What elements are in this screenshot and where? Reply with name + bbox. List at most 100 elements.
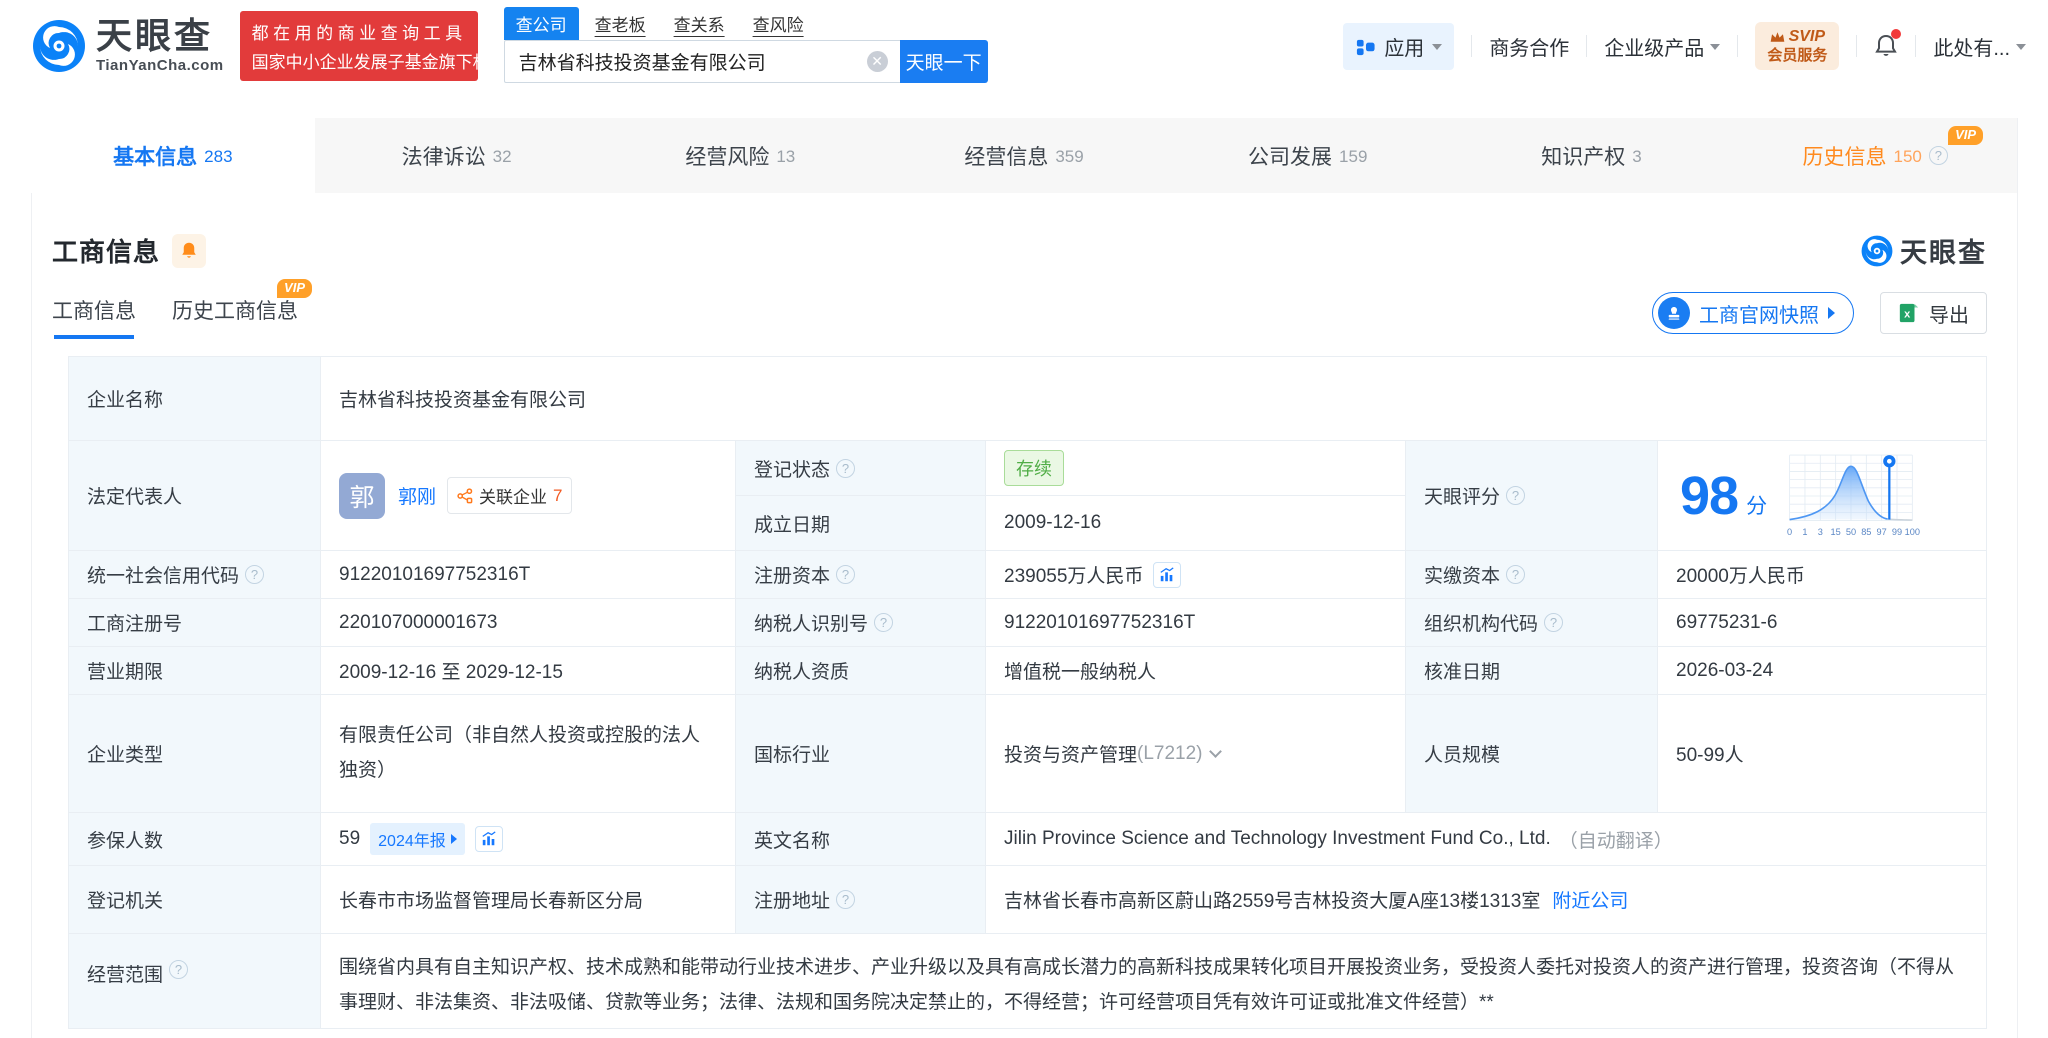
monitor-bell-button[interactable]	[172, 234, 206, 268]
capital-trend-button[interactable]	[1153, 562, 1181, 588]
top-header: 天眼查 TianYanCha.com 都在用的商业查询工具 国家中小企业发展子基…	[0, 0, 2048, 92]
field-label-paid-capital: 实缴资本 ?	[1406, 551, 1658, 599]
search-tab-company[interactable]: 查公司	[504, 7, 579, 40]
watermark-logo: 天眼查	[1861, 231, 1987, 270]
tab-intellectual-property[interactable]: 知识产权 3	[1450, 118, 1734, 193]
user-account-menu[interactable]: 此处有...	[1933, 32, 2026, 61]
tab-business-info[interactable]: 经营信息 359	[882, 118, 1166, 193]
tab-count: 359	[1055, 147, 1083, 167]
search-clear-icon[interactable]: ✕	[867, 51, 888, 72]
tab-legal-litigation[interactable]: 法律诉讼 32	[315, 118, 599, 193]
export-button[interactable]: x 导出	[1880, 292, 1987, 334]
help-icon[interactable]: ?	[1506, 565, 1525, 584]
avatar[interactable]: 郭	[339, 473, 385, 519]
field-value-reg-number: 220107000001673	[321, 599, 736, 647]
field-value-insured-count: 59 2024年报	[321, 813, 736, 866]
field-label-business-scope: 经营范围 ?	[69, 934, 321, 1029]
field-value-establish-date: 2009-12-16	[986, 496, 1406, 551]
field-value-legal-rep: 郭 郭刚 关联企业 7	[321, 441, 736, 551]
related-label: 关联企业	[479, 483, 547, 508]
svg-text:99: 99	[1892, 526, 1902, 536]
logo-domain: TianYanCha.com	[96, 57, 224, 74]
subtab-history-registration[interactable]: VIP 历史工商信息	[172, 295, 298, 339]
field-label-industry: 国标行业	[736, 695, 986, 813]
search-tabs: 查公司 查老板 查关系 查风险	[504, 10, 988, 40]
tab-history-info[interactable]: VIP 历史信息 150 ?	[1733, 118, 2017, 193]
field-value-reg-status: 存续	[986, 441, 1406, 496]
tab-label: 历史信息	[1802, 141, 1886, 171]
stamp-icon	[1665, 304, 1683, 322]
trend-chart-icon	[481, 831, 497, 847]
tab-label: 经营信息	[964, 141, 1048, 171]
tab-basic-info[interactable]: 基本信息 283	[31, 118, 315, 193]
svg-text:50: 50	[1846, 526, 1856, 536]
help-icon[interactable]: ?	[836, 890, 855, 909]
apps-menu-button[interactable]: 应用	[1343, 23, 1454, 70]
field-value-company-name: 吉林省科技投资基金有限公司	[321, 357, 1987, 441]
search-area: 查公司 查老板 查关系 查风险 ✕ 天眼一下	[504, 10, 988, 83]
help-icon[interactable]: ?	[874, 613, 893, 632]
field-value-reg-capital: 239055万人民币	[986, 551, 1406, 599]
enterprise-product-menu[interactable]: 企业级产品	[1604, 32, 1720, 61]
tianyancha-logo[interactable]: 天眼查 TianYanCha.com	[32, 18, 224, 74]
notification-bell-button[interactable]	[1874, 33, 1898, 59]
promo-line1: 都在用的商业查询工具	[252, 19, 466, 44]
field-value-company-type: 有限责任公司（非自然人投资或控股的法人独资）	[321, 695, 736, 813]
tab-count: 32	[493, 147, 512, 167]
field-label-reg-number: 工商注册号	[69, 599, 321, 647]
tab-label: 经营风险	[685, 141, 769, 171]
help-icon[interactable]: ?	[1544, 613, 1563, 632]
field-label-insured-count: 参保人数	[69, 813, 321, 866]
tab-operation-risk[interactable]: 经营风险 13	[598, 118, 882, 193]
tab-label: 法律诉讼	[402, 141, 486, 171]
svg-text:0: 0	[1787, 526, 1792, 536]
svip-line1: SVIP	[1789, 27, 1825, 47]
help-icon[interactable]: ?	[169, 960, 188, 979]
help-icon[interactable]: ?	[1506, 486, 1525, 505]
logo-title: 天眼查	[96, 18, 224, 54]
field-value-score: 98 分 0	[1658, 441, 1987, 551]
svip-member-button[interactable]: SVIP 会员服务	[1755, 22, 1839, 71]
export-label: 导出	[1929, 299, 1969, 328]
insured-trend-button[interactable]	[475, 826, 503, 852]
official-snapshot-button[interactable]: 工商官网快照	[1652, 292, 1854, 334]
excel-icon: x	[1898, 302, 1920, 324]
biz-coop-link[interactable]: 商务合作	[1489, 32, 1569, 61]
business-info-table: 企业名称 吉林省科技投资基金有限公司 法定代表人 郭 郭刚 关联企业 7 登记状…	[68, 356, 1987, 1029]
field-label-reg-authority: 登记机关	[69, 866, 321, 934]
search-tab-risk[interactable]: 查风险	[753, 7, 804, 40]
help-icon[interactable]: ?	[836, 565, 855, 584]
svg-text:1: 1	[1802, 526, 1807, 536]
chevron-down-icon	[1710, 44, 1720, 50]
field-value-staff-size: 50-99人	[1658, 695, 1987, 813]
field-label-reg-status: 登记状态 ?	[736, 441, 986, 496]
chevron-down-icon[interactable]	[1209, 745, 1222, 758]
search-tab-boss[interactable]: 查老板	[595, 7, 646, 40]
nearby-companies-link[interactable]: 附近公司	[1552, 886, 1628, 913]
field-value-business-term: 2009-12-16 至 2029-12-15	[321, 647, 736, 695]
help-icon[interactable]: ?	[836, 459, 855, 478]
apps-label: 应用	[1384, 32, 1424, 61]
field-label-reg-capital: 注册资本 ?	[736, 551, 986, 599]
search-tab-relation[interactable]: 查关系	[674, 7, 725, 40]
divider	[1586, 35, 1587, 57]
tab-company-development[interactable]: 公司发展 159	[1166, 118, 1450, 193]
legal-rep-link[interactable]: 郭刚	[398, 482, 436, 509]
field-value-paid-capital: 20000万人民币	[1658, 551, 1987, 599]
help-icon[interactable]: ?	[245, 565, 264, 584]
search-input[interactable]	[504, 40, 900, 83]
field-value-org-code: 69775231-6	[1658, 599, 1987, 647]
tab-label: 知识产权	[1541, 141, 1625, 171]
annual-report-badge[interactable]: 2024年报	[370, 823, 465, 855]
header-menu: 应用 商务合作 企业级产品 SVIP 会员服务	[1343, 22, 2048, 71]
subtab-business-registration[interactable]: 工商信息	[52, 295, 136, 339]
related-companies-button[interactable]: 关联企业 7	[447, 477, 572, 514]
field-label-org-code: 组织机构代码 ?	[1406, 599, 1658, 647]
field-value-credit-code: 91220101697752316T	[321, 551, 736, 599]
field-label-establish-date: 成立日期	[736, 496, 986, 551]
divider	[1915, 35, 1916, 57]
help-icon[interactable]: ?	[1929, 146, 1948, 165]
search-button[interactable]: 天眼一下	[900, 40, 988, 83]
enterprise-label: 企业级产品	[1604, 32, 1704, 61]
crown-icon	[1770, 31, 1785, 43]
